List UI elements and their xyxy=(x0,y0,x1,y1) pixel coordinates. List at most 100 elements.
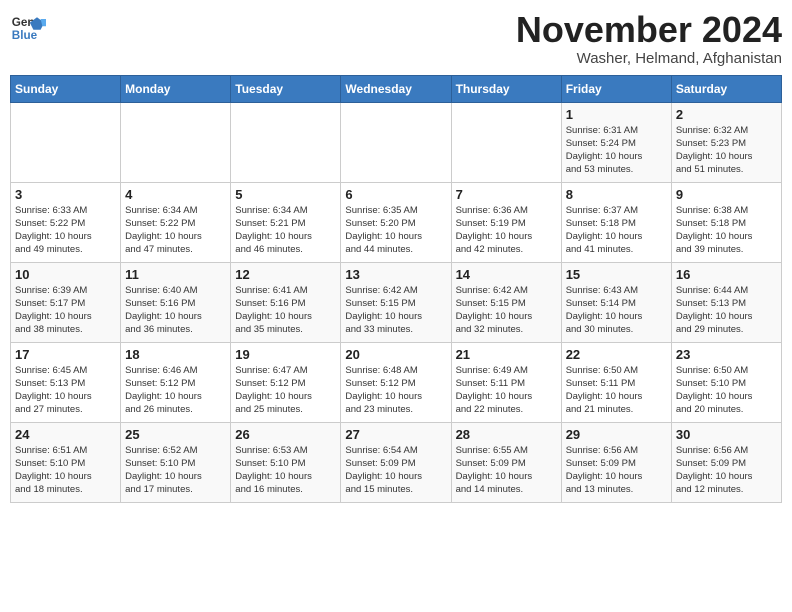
day-number: 22 xyxy=(566,347,667,362)
day-number: 5 xyxy=(235,187,336,202)
day-number: 6 xyxy=(345,187,446,202)
calendar-day-cell: 1 Sunrise: 6:31 AMSunset: 5:24 PMDaylight… xyxy=(561,102,671,182)
day-number: 29 xyxy=(566,427,667,442)
calendar-title-area: November 2024 Washer, Helmand, Afghanist… xyxy=(516,10,782,67)
day-number: 1 xyxy=(566,107,667,122)
calendar-body: 1 Sunrise: 6:31 AMSunset: 5:24 PMDaylight… xyxy=(11,102,782,502)
calendar-day-cell: 14 Sunrise: 6:42 AMSunset: 5:15 PMDayligh… xyxy=(451,262,561,342)
calendar-day-cell: 6 Sunrise: 6:35 AMSunset: 5:20 PMDaylight… xyxy=(341,182,451,262)
calendar-day-cell: 22 Sunrise: 6:50 AMSunset: 5:11 PMDayligh… xyxy=(561,342,671,422)
day-info: Sunrise: 6:45 AMSunset: 5:13 PMDaylight:… xyxy=(15,364,116,417)
calendar-week-row: 3 Sunrise: 6:33 AMSunset: 5:22 PMDaylight… xyxy=(11,182,782,262)
day-number: 9 xyxy=(676,187,777,202)
calendar-day-cell: 26 Sunrise: 6:53 AMSunset: 5:10 PMDayligh… xyxy=(231,422,341,502)
page-header: General Blue November 2024 Washer, Helma… xyxy=(10,10,782,67)
day-info: Sunrise: 6:46 AMSunset: 5:12 PMDaylight:… xyxy=(125,364,226,417)
day-number: 11 xyxy=(125,267,226,282)
calendar-day-cell: 5Sunrise: 6:34 AMSunset: 5:21 PMDaylight… xyxy=(231,182,341,262)
day-number: 30 xyxy=(676,427,777,442)
day-info: Sunrise: 6:39 AMSunset: 5:17 PMDaylight:… xyxy=(15,284,116,337)
day-info: Sunrise: 6:33 AMSunset: 5:22 PMDaylight:… xyxy=(15,204,116,257)
calendar-day-cell: 29 Sunrise: 6:56 AMSunset: 5:09 PMDayligh… xyxy=(561,422,671,502)
day-number: 10 xyxy=(15,267,116,282)
day-number: 26 xyxy=(235,427,336,442)
calendar-day-cell: 8Sunrise: 6:37 AMSunset: 5:18 PMDaylight… xyxy=(561,182,671,262)
day-info: Sunrise: 6:42 AMSunset: 5:15 PMDaylight:… xyxy=(456,284,557,337)
calendar-day-cell: 19 Sunrise: 6:47 AMSunset: 5:12 PMDayligh… xyxy=(231,342,341,422)
day-number: 25 xyxy=(125,427,226,442)
day-number: 14 xyxy=(456,267,557,282)
calendar-day-cell: 16Sunrise: 6:44 AMSunset: 5:13 PMDayligh… xyxy=(671,262,781,342)
calendar-day-cell xyxy=(231,102,341,182)
day-number: 12 xyxy=(235,267,336,282)
calendar-title: November 2024 xyxy=(516,10,782,50)
day-info: Sunrise: 6:50 AMSunset: 5:10 PMDaylight:… xyxy=(676,364,777,417)
day-number: 27 xyxy=(345,427,446,442)
day-number: 28 xyxy=(456,427,557,442)
calendar-week-row: 24Sunrise: 6:51 AMSunset: 5:10 PMDayligh… xyxy=(11,422,782,502)
calendar-week-row: 17 Sunrise: 6:45 AMSunset: 5:13 PMDayligh… xyxy=(11,342,782,422)
day-info: Sunrise: 6:54 AMSunset: 5:09 PMDaylight:… xyxy=(345,444,446,497)
calendar-day-cell: 20 Sunrise: 6:48 AMSunset: 5:12 PMDayligh… xyxy=(341,342,451,422)
day-number: 2 xyxy=(676,107,777,122)
calendar-day-cell xyxy=(451,102,561,182)
day-number: 19 xyxy=(235,347,336,362)
day-number: 13 xyxy=(345,267,446,282)
calendar-day-cell: 15Sunrise: 6:43 AMSunset: 5:14 PMDayligh… xyxy=(561,262,671,342)
calendar-table: SundayMondayTuesdayWednesdayThursdayFrid… xyxy=(10,75,782,503)
logo: General Blue xyxy=(10,10,46,46)
day-info: Sunrise: 6:56 AMSunset: 5:09 PMDaylight:… xyxy=(676,444,777,497)
day-number: 17 xyxy=(15,347,116,362)
weekday-header-row: SundayMondayTuesdayWednesdayThursdayFrid… xyxy=(11,75,782,102)
day-info: Sunrise: 6:40 AMSunset: 5:16 PMDaylight:… xyxy=(125,284,226,337)
day-info: Sunrise: 6:56 AMSunset: 5:09 PMDaylight:… xyxy=(566,444,667,497)
calendar-day-cell xyxy=(341,102,451,182)
calendar-day-cell: 21Sunrise: 6:49 AMSunset: 5:11 PMDayligh… xyxy=(451,342,561,422)
weekday-header-cell: Friday xyxy=(561,75,671,102)
calendar-day-cell: 28Sunrise: 6:55 AMSunset: 5:09 PMDayligh… xyxy=(451,422,561,502)
day-info: Sunrise: 6:44 AMSunset: 5:13 PMDaylight:… xyxy=(676,284,777,337)
day-info: Sunrise: 6:53 AMSunset: 5:10 PMDaylight:… xyxy=(235,444,336,497)
day-info: Sunrise: 6:36 AMSunset: 5:19 PMDaylight:… xyxy=(456,204,557,257)
calendar-day-cell: 13 Sunrise: 6:42 AMSunset: 5:15 PMDayligh… xyxy=(341,262,451,342)
day-number: 8 xyxy=(566,187,667,202)
calendar-day-cell: 3 Sunrise: 6:33 AMSunset: 5:22 PMDaylight… xyxy=(11,182,121,262)
logo-icon: General Blue xyxy=(10,10,46,46)
calendar-day-cell: 7Sunrise: 6:36 AMSunset: 5:19 PMDaylight… xyxy=(451,182,561,262)
calendar-day-cell: 11 Sunrise: 6:40 AMSunset: 5:16 PMDayligh… xyxy=(121,262,231,342)
calendar-day-cell: 24Sunrise: 6:51 AMSunset: 5:10 PMDayligh… xyxy=(11,422,121,502)
calendar-day-cell: 9Sunrise: 6:38 AMSunset: 5:18 PMDaylight… xyxy=(671,182,781,262)
day-info: Sunrise: 6:42 AMSunset: 5:15 PMDaylight:… xyxy=(345,284,446,337)
calendar-day-cell: 10 Sunrise: 6:39 AMSunset: 5:17 PMDayligh… xyxy=(11,262,121,342)
calendar-day-cell: 2 Sunrise: 6:32 AMSunset: 5:23 PMDaylight… xyxy=(671,102,781,182)
calendar-day-cell: 12 Sunrise: 6:41 AMSunset: 5:16 PMDayligh… xyxy=(231,262,341,342)
weekday-header-cell: Sunday xyxy=(11,75,121,102)
day-number: 20 xyxy=(345,347,446,362)
calendar-day-cell: 27 Sunrise: 6:54 AMSunset: 5:09 PMDayligh… xyxy=(341,422,451,502)
svg-text:Blue: Blue xyxy=(12,29,38,42)
day-number: 18 xyxy=(125,347,226,362)
day-info: Sunrise: 6:41 AMSunset: 5:16 PMDaylight:… xyxy=(235,284,336,337)
day-info: Sunrise: 6:50 AMSunset: 5:11 PMDaylight:… xyxy=(566,364,667,417)
day-info: Sunrise: 6:47 AMSunset: 5:12 PMDaylight:… xyxy=(235,364,336,417)
day-number: 3 xyxy=(15,187,116,202)
day-number: 23 xyxy=(676,347,777,362)
day-number: 24 xyxy=(15,427,116,442)
day-number: 15 xyxy=(566,267,667,282)
day-info: Sunrise: 6:52 AMSunset: 5:10 PMDaylight:… xyxy=(125,444,226,497)
day-number: 21 xyxy=(456,347,557,362)
calendar-day-cell: 4Sunrise: 6:34 AMSunset: 5:22 PMDaylight… xyxy=(121,182,231,262)
weekday-header-cell: Saturday xyxy=(671,75,781,102)
calendar-day-cell xyxy=(121,102,231,182)
calendar-week-row: 1 Sunrise: 6:31 AMSunset: 5:24 PMDaylight… xyxy=(11,102,782,182)
weekday-header-cell: Monday xyxy=(121,75,231,102)
calendar-week-row: 10 Sunrise: 6:39 AMSunset: 5:17 PMDayligh… xyxy=(11,262,782,342)
day-info: Sunrise: 6:48 AMSunset: 5:12 PMDaylight:… xyxy=(345,364,446,417)
day-info: Sunrise: 6:34 AMSunset: 5:22 PMDaylight:… xyxy=(125,204,226,257)
day-info: Sunrise: 6:31 AMSunset: 5:24 PMDaylight:… xyxy=(566,124,667,177)
calendar-day-cell: 18 Sunrise: 6:46 AMSunset: 5:12 PMDayligh… xyxy=(121,342,231,422)
calendar-day-cell: 17 Sunrise: 6:45 AMSunset: 5:13 PMDayligh… xyxy=(11,342,121,422)
day-info: Sunrise: 6:32 AMSunset: 5:23 PMDaylight:… xyxy=(676,124,777,177)
weekday-header-cell: Thursday xyxy=(451,75,561,102)
day-info: Sunrise: 6:35 AMSunset: 5:20 PMDaylight:… xyxy=(345,204,446,257)
